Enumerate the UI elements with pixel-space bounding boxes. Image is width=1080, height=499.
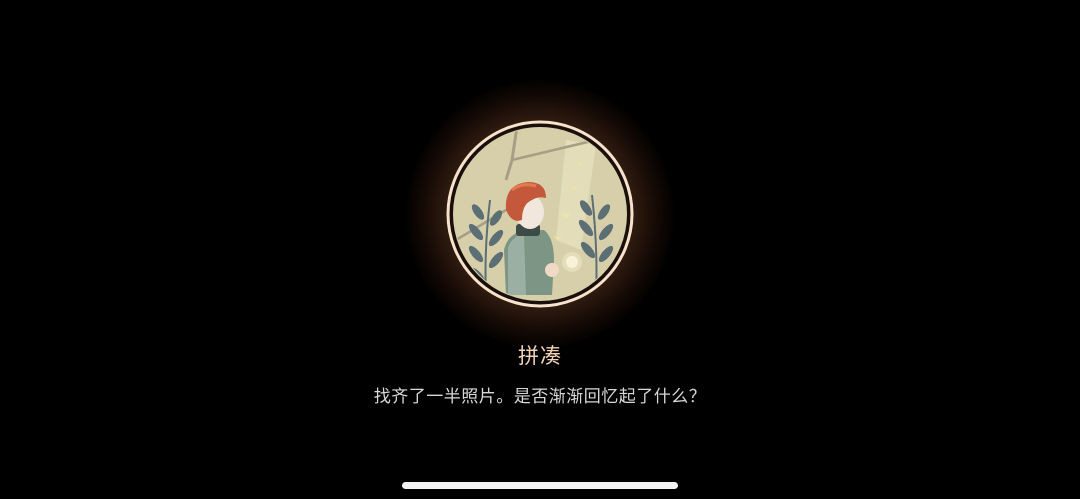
boy-with-butterflies-badge-icon xyxy=(446,120,634,308)
home-indicator[interactable] xyxy=(402,482,678,489)
achievement-title: 拼凑 xyxy=(518,344,562,368)
achievement-description: 找齐了一半照片。是否渐渐回忆起了什么？ xyxy=(373,387,707,407)
achievement-screen: 拼凑 找齐了一半照片。是否渐渐回忆起了什么？ xyxy=(0,0,1080,499)
achievement-badge xyxy=(446,120,634,308)
